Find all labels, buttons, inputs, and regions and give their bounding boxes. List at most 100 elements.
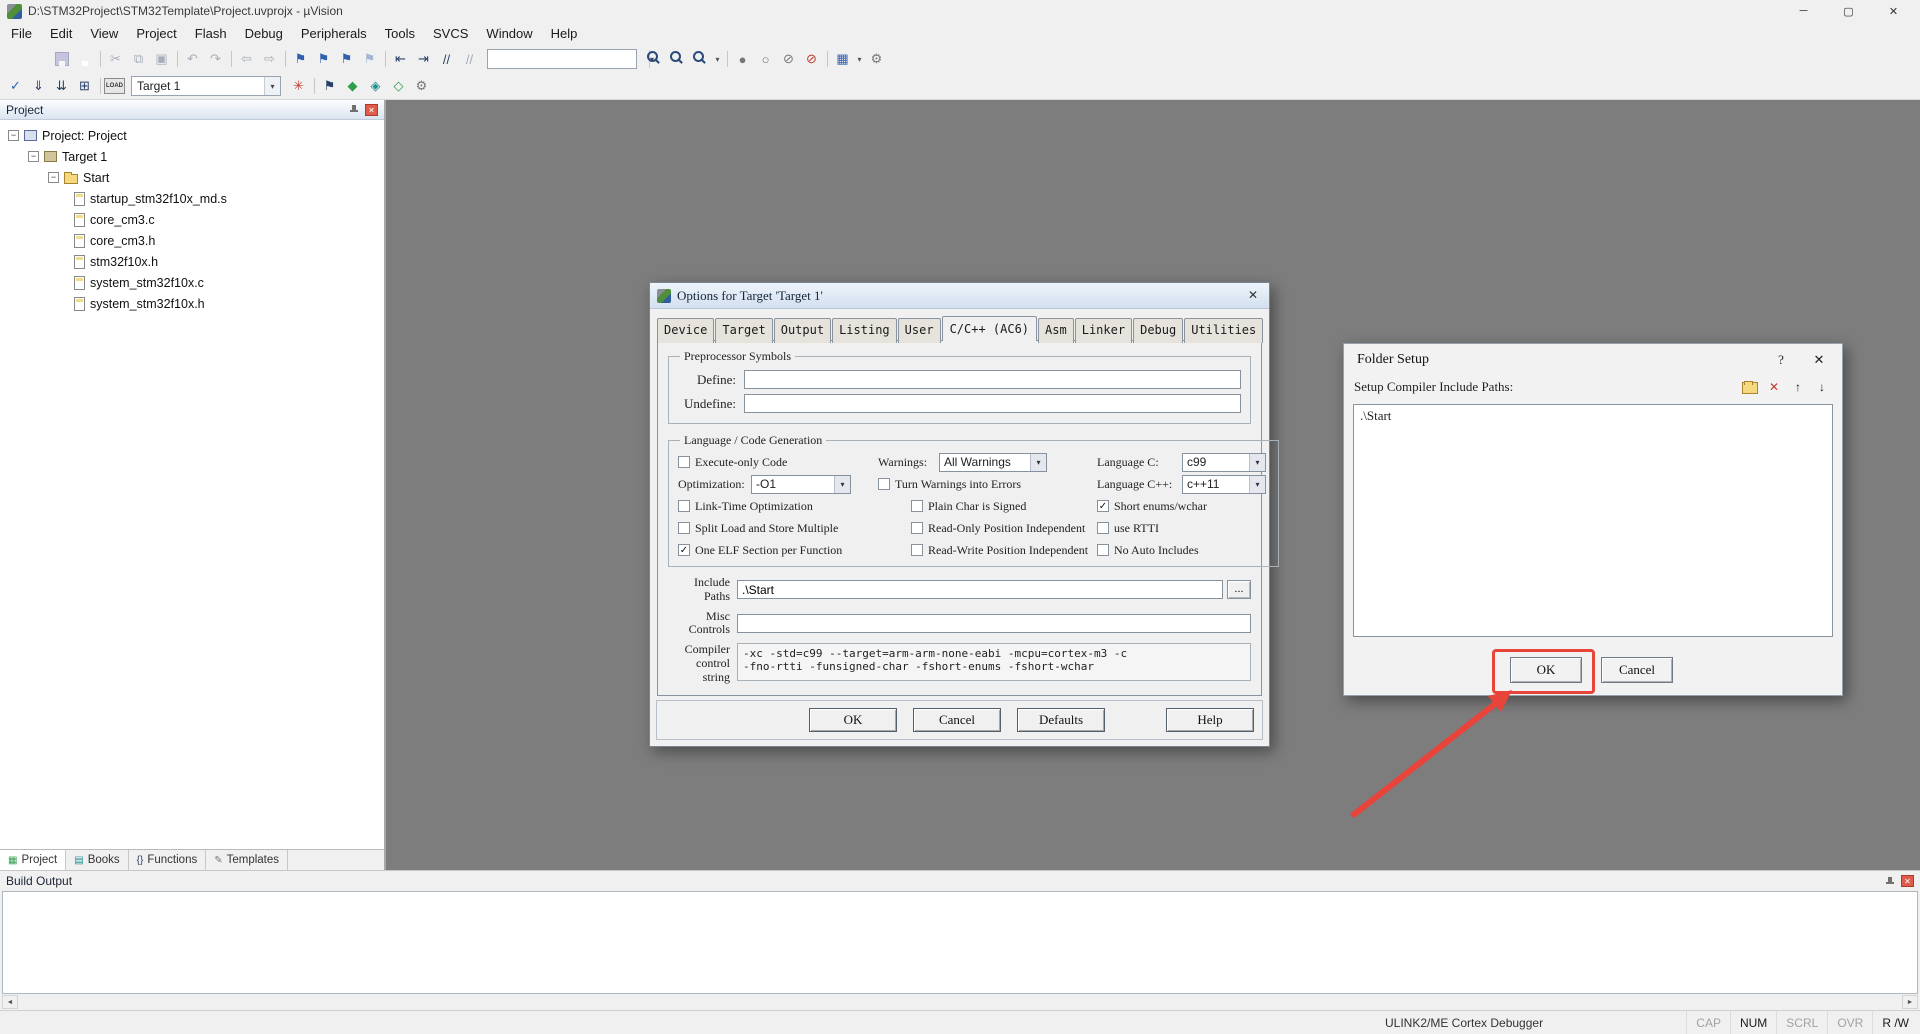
tree-item-target[interactable]: − Target 1 [0, 146, 384, 167]
comment-icon[interactable]: // [435, 48, 458, 70]
tab-cpp-ac6[interactable]: C/C++ (AC6) [942, 316, 1037, 341]
tab-linker[interactable]: Linker [1075, 318, 1132, 343]
menu-item[interactable]: Project [127, 24, 185, 43]
collapse-icon[interactable]: − [48, 172, 59, 183]
checkbox-box[interactable] [911, 522, 923, 534]
dropdown-icon[interactable]: ▾ [1249, 476, 1265, 493]
find-in-files-icon[interactable] [643, 48, 666, 70]
language-c-select[interactable]: c99 ▾ [1182, 453, 1266, 472]
menu-item[interactable]: Edit [41, 24, 81, 43]
toolbar-separator[interactable] [227, 48, 235, 70]
build-output-content[interactable] [2, 891, 1918, 994]
tab-functions[interactable]: {} Functions [129, 850, 207, 870]
checkbox-box[interactable] [911, 500, 923, 512]
move-down-icon[interactable]: ↓ [1812, 378, 1832, 396]
options-dialog-close-icon[interactable]: ✕ [1244, 288, 1262, 303]
paste-icon[interactable]: ▣ [150, 48, 173, 70]
checkbox-box[interactable] [878, 478, 890, 490]
tree-item-file[interactable]: system_stm32f10x.c [0, 272, 384, 293]
include-paths-list[interactable]: .\Start [1353, 404, 1833, 637]
tab-device[interactable]: Device [657, 318, 714, 343]
tree-item-file[interactable]: core_cm3.c [0, 209, 384, 230]
delete-path-icon[interactable]: ✕ [1764, 378, 1784, 396]
checkbox-box[interactable] [911, 544, 923, 556]
toolbar-separator[interactable] [381, 48, 389, 70]
uncomment-icon[interactable]: // [458, 48, 481, 70]
file-extensions-icon[interactable]: ⚑ [318, 75, 341, 97]
language-cpp-select[interactable]: c++11 ▾ [1182, 475, 1266, 494]
debug-windows-dropdown-icon[interactable]: ▾ [854, 48, 865, 70]
include-paths-input[interactable] [737, 580, 1223, 599]
folder-cancel-button[interactable]: Cancel [1601, 657, 1673, 683]
save-all-icon[interactable] [73, 48, 96, 70]
tree-item-group-start[interactable]: − Start [0, 167, 384, 188]
tab-books[interactable]: ▤ Books [66, 850, 128, 870]
unindent-icon[interactable]: ⇤ [389, 48, 412, 70]
include-path-item[interactable]: .\Start [1356, 407, 1830, 425]
pack-installer-icon[interactable]: ◇ [387, 75, 410, 97]
toggle-bookmark-icon[interactable]: ⚑ [289, 48, 312, 70]
use-rtti-checkbox[interactable]: use RTTI [1097, 517, 1269, 539]
close-button[interactable]: ✕ [1871, 0, 1916, 22]
read-write-pi-checkbox[interactable]: Read-Write Position Independent [911, 539, 1097, 561]
scrollbar-track[interactable] [18, 995, 1902, 1009]
tab-utilities[interactable]: Utilities [1184, 318, 1263, 343]
tools-icon[interactable]: ⚙ [410, 75, 433, 97]
undo-icon[interactable]: ↶ [181, 48, 204, 70]
toolbar-separator[interactable] [281, 48, 289, 70]
one-elf-section-checkbox[interactable]: ✓ One ELF Section per Function [678, 539, 878, 561]
warnings-select[interactable]: All Warnings ▾ [939, 453, 1047, 472]
copy-icon[interactable]: ⧉ [127, 48, 150, 70]
optimization-select[interactable]: -O1 ▾ [751, 475, 851, 494]
pin-icon[interactable] [1885, 876, 1896, 887]
warnings-into-errors-checkbox[interactable]: Turn Warnings into Errors [878, 473, 1097, 495]
short-enums-checkbox[interactable]: ✓ Short enums/wchar [1097, 495, 1269, 517]
tab-user[interactable]: User [898, 318, 941, 343]
cancel-button[interactable]: Cancel [913, 708, 1001, 732]
menu-item[interactable]: Help [542, 24, 587, 43]
panel-close-icon[interactable]: ✕ [1901, 875, 1914, 887]
target-select[interactable]: Target 1 ▾ [131, 76, 281, 96]
tree-item-file[interactable]: startup_stm32f10x_md.s [0, 188, 384, 209]
folder-ok-button[interactable]: OK [1510, 657, 1582, 683]
read-only-pi-checkbox[interactable]: Read-Only Position Independent [911, 517, 1097, 539]
build-output-scrollbar[interactable]: ◄ ► [0, 994, 1920, 1010]
indent-icon[interactable]: ⇥ [412, 48, 435, 70]
minimize-button[interactable]: ─ [1781, 0, 1826, 22]
manage-rte-icon[interactable]: ◆ [341, 75, 364, 97]
include-paths-browse-button[interactable]: ... [1227, 580, 1251, 599]
checkbox-box[interactable] [1097, 522, 1109, 534]
find-dropdown-icon[interactable]: ▾ [712, 48, 723, 70]
tree-item-file[interactable]: core_cm3.h [0, 230, 384, 251]
find-icon[interactable] [666, 48, 689, 70]
execute-only-code-checkbox[interactable]: Execute-only Code [678, 451, 878, 473]
folder-dialog-help-icon[interactable]: ? [1771, 352, 1791, 368]
open-folder-icon[interactable] [27, 48, 50, 70]
misc-controls-input[interactable] [737, 614, 1251, 633]
toolbar-separator[interactable] [723, 48, 731, 70]
help-button[interactable]: Help [1166, 708, 1254, 732]
debug-windows-icon[interactable]: ▦ [831, 48, 854, 70]
pin-icon[interactable] [349, 104, 360, 115]
previous-bookmark-icon[interactable]: ⚑ [312, 48, 335, 70]
checkbox-box[interactable] [1097, 544, 1109, 556]
translate-file-icon[interactable]: ✓ [4, 75, 27, 97]
tab-debug[interactable]: Debug [1133, 318, 1183, 343]
tab-target[interactable]: Target [715, 318, 772, 343]
checkbox-box[interactable] [678, 522, 690, 534]
collapse-icon[interactable]: − [8, 130, 19, 141]
menu-item[interactable]: View [81, 24, 127, 43]
folder-dialog-close-icon[interactable]: ✕ [1809, 352, 1829, 368]
dropdown-icon[interactable]: ▾ [1030, 454, 1046, 471]
dropdown-icon[interactable]: ▾ [834, 476, 850, 493]
toolbar-separator[interactable] [823, 48, 831, 70]
tab-project[interactable]: ▦ Project [0, 850, 66, 870]
incremental-find-icon[interactable] [689, 48, 712, 70]
toolbar-separator[interactable] [173, 48, 181, 70]
checkbox-box[interactable] [678, 456, 690, 468]
select-software-packs-icon[interactable]: ◈ [364, 75, 387, 97]
scroll-right-icon[interactable]: ► [1902, 995, 1918, 1009]
options-for-target-icon[interactable]: ✳ [287, 75, 310, 97]
split-load-store-checkbox[interactable]: Split Load and Store Multiple [678, 517, 878, 539]
dropdown-icon[interactable]: ▾ [1249, 454, 1265, 471]
